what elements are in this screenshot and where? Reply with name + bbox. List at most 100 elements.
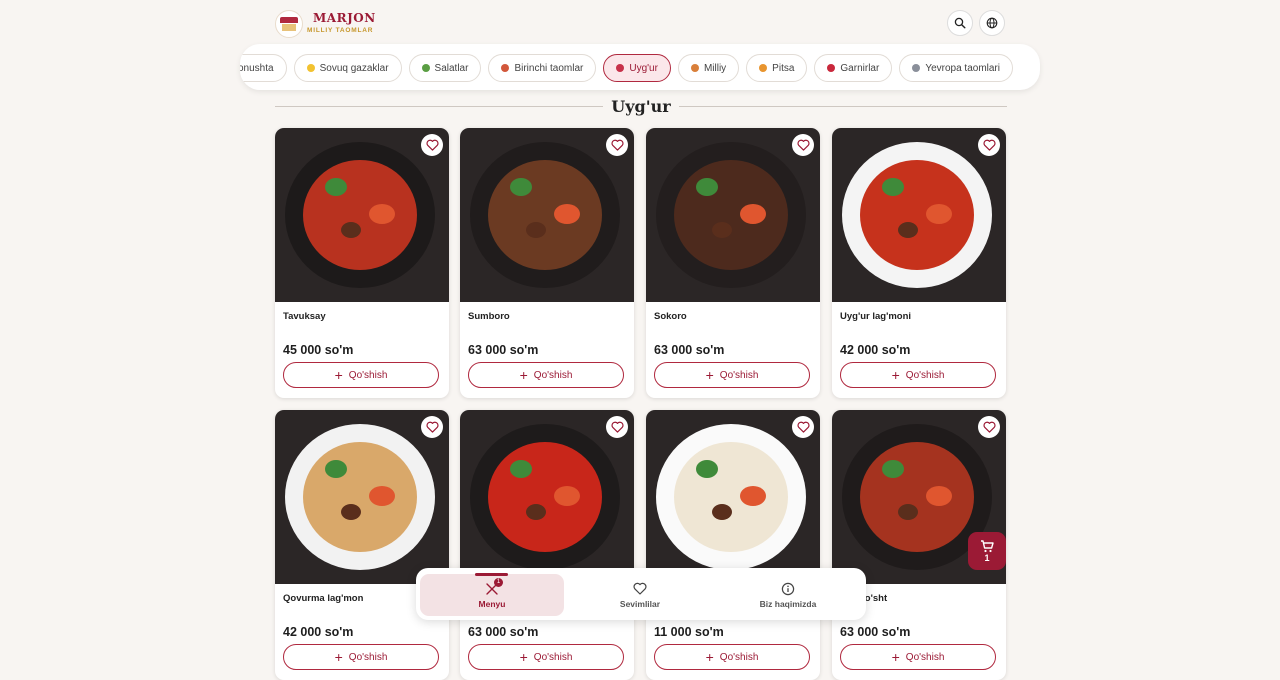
product-price: 63 000 so'm — [840, 625, 911, 639]
category-label: Garnirlar — [840, 62, 880, 74]
search-button[interactable] — [947, 10, 973, 36]
heart-icon — [610, 421, 624, 433]
product-price: 63 000 so'm — [468, 343, 539, 357]
category-chip[interactable]: Salatlar — [408, 54, 482, 82]
product-card[interactable]: Sumboro 63 000 so'm + Qo'shish — [460, 128, 634, 398]
category-chip[interactable]: Sovuq gazaklar — [293, 54, 402, 82]
plus-icon: + — [334, 649, 343, 665]
category-chip[interactable]: Milliy — [677, 54, 740, 82]
favorite-button[interactable] — [606, 416, 628, 438]
add-label: Qo'shish — [533, 369, 573, 381]
favorite-button[interactable] — [421, 134, 443, 156]
brand-name: MARJON — [313, 11, 376, 25]
heart-icon — [796, 421, 810, 433]
nav-menu[interactable]: Menyu — [420, 574, 564, 616]
product-card[interactable]: Qovurma lag'mon 42 000 so'm + Qo'shish — [275, 410, 449, 680]
plate — [656, 424, 806, 570]
favorite-button[interactable] — [421, 416, 443, 438]
section-header: Uyg'ur — [275, 96, 1007, 118]
product-photo[interactable] — [275, 128, 449, 302]
cheese-icon — [306, 64, 315, 72]
category-chip[interactable]: Yevropa taomlari — [899, 54, 1013, 82]
add-to-cart-button[interactable]: + Qo'shish — [654, 644, 810, 670]
add-to-cart-button[interactable]: + Qo'shish — [840, 362, 996, 388]
product-price: 45 000 so'm — [283, 343, 354, 357]
nav-label: Sevimlilar — [619, 598, 661, 609]
product-photo[interactable] — [832, 128, 1006, 302]
add-label: Qo'shish — [905, 369, 945, 381]
favorite-button[interactable] — [792, 134, 814, 156]
plate-icon — [912, 64, 921, 72]
category-chip[interactable]: Uyg'ur — [603, 54, 671, 82]
add-label: Qo'shish — [348, 369, 388, 381]
add-to-cart-button[interactable]: + Qo'shish — [468, 644, 624, 670]
product-photo[interactable] — [460, 128, 634, 302]
plus-icon: + — [334, 367, 343, 383]
category-chip[interactable]: Pitsa — [746, 54, 808, 82]
product-card[interactable]: Sokoro 63 000 so'm + Qo'shish — [646, 128, 820, 398]
pizza-icon — [759, 64, 768, 72]
plate — [470, 424, 620, 570]
product-photo[interactable] — [646, 128, 820, 302]
add-label: Qo'shish — [533, 651, 573, 663]
language-button[interactable] — [979, 10, 1005, 36]
product-card[interactable]: 63 000 so'm + Qo'shish — [460, 410, 634, 680]
product-name: Uyg'ur lag'moni — [840, 311, 912, 322]
header: MARJON MILLIY TAOMLAR — [275, 8, 1007, 40]
rice-bowl-icon — [827, 64, 836, 72]
add-to-cart-button[interactable]: + Qo'shish — [283, 644, 439, 670]
product-price: 63 000 so'm — [468, 625, 539, 639]
salad-icon — [421, 64, 430, 72]
cart-button[interactable]: 1 — [968, 532, 1006, 570]
plate — [842, 142, 992, 288]
category-chip[interactable]: Birinchi taomlar — [488, 54, 597, 82]
category-bar: onushta Sovuq gazaklar Salatlar Birinchi ta… — [240, 44, 1040, 90]
favorite-button[interactable] — [606, 134, 628, 156]
product-card[interactable]: Tavuksay 45 000 so'm + Qo'shish — [275, 128, 449, 398]
nav-favorites[interactable]: Sevimlilar — [568, 574, 712, 616]
add-label: Qo'shish — [905, 651, 945, 663]
category-label: Uyg'ur — [629, 62, 658, 74]
category-list: onushta Sovuq gazaklar Salatlar Birinchi ta… — [240, 54, 1013, 82]
favorite-button[interactable] — [792, 416, 814, 438]
add-to-cart-button[interactable]: + Qo'shish — [840, 644, 996, 670]
heart-icon — [796, 139, 810, 151]
info-icon — [781, 582, 795, 595]
category-label: Milliy — [703, 62, 727, 74]
add-label: Qo'shish — [719, 369, 759, 381]
plus-icon: + — [891, 367, 900, 383]
product-card[interactable]: Uyg'ur lag'moni 42 000 so'm + Qo'shish — [832, 128, 1006, 398]
add-to-cart-button[interactable]: + Qo'shish — [468, 362, 624, 388]
brand-subtitle: MILLIY TAOMLAR — [307, 27, 374, 34]
category-label: Salatlar — [434, 62, 469, 74]
heart-icon — [982, 421, 996, 433]
active-indicator — [475, 573, 508, 576]
divider — [679, 106, 1007, 107]
product-name: Sokoro — [654, 311, 687, 322]
cart-count: 1 — [984, 552, 990, 563]
logo[interactable] — [275, 10, 303, 38]
product-photo[interactable] — [275, 410, 449, 584]
favorite-button[interactable] — [978, 416, 1000, 438]
category-chip[interactable]: Garnirlar — [814, 54, 893, 82]
category-chip[interactable]: onushta — [240, 54, 287, 82]
favorite-button[interactable] — [978, 134, 1000, 156]
add-to-cart-button[interactable]: + Qo'shish — [654, 362, 810, 388]
add-label: Qo'shish — [348, 651, 388, 663]
add-to-cart-button[interactable]: + Qo'shish — [283, 362, 439, 388]
product-photo[interactable] — [460, 410, 634, 584]
plate — [470, 142, 620, 288]
nav-about[interactable]: Biz haqimizda — [716, 574, 860, 616]
product-card[interactable]: 11 000 so'm + Qo'shish — [646, 410, 820, 680]
plus-icon: + — [705, 367, 714, 383]
product-name: Tavuksay — [283, 311, 326, 322]
add-label: Qo'shish — [719, 651, 759, 663]
product-photo[interactable] — [646, 410, 820, 584]
plate — [285, 142, 435, 288]
cart-icon — [981, 539, 994, 552]
heart-icon — [633, 582, 647, 595]
category-label: Pitsa — [772, 62, 795, 74]
product-price: 42 000 so'm — [840, 343, 911, 357]
plus-icon: + — [519, 649, 528, 665]
product-price: 11 000 so'm — [654, 625, 724, 639]
